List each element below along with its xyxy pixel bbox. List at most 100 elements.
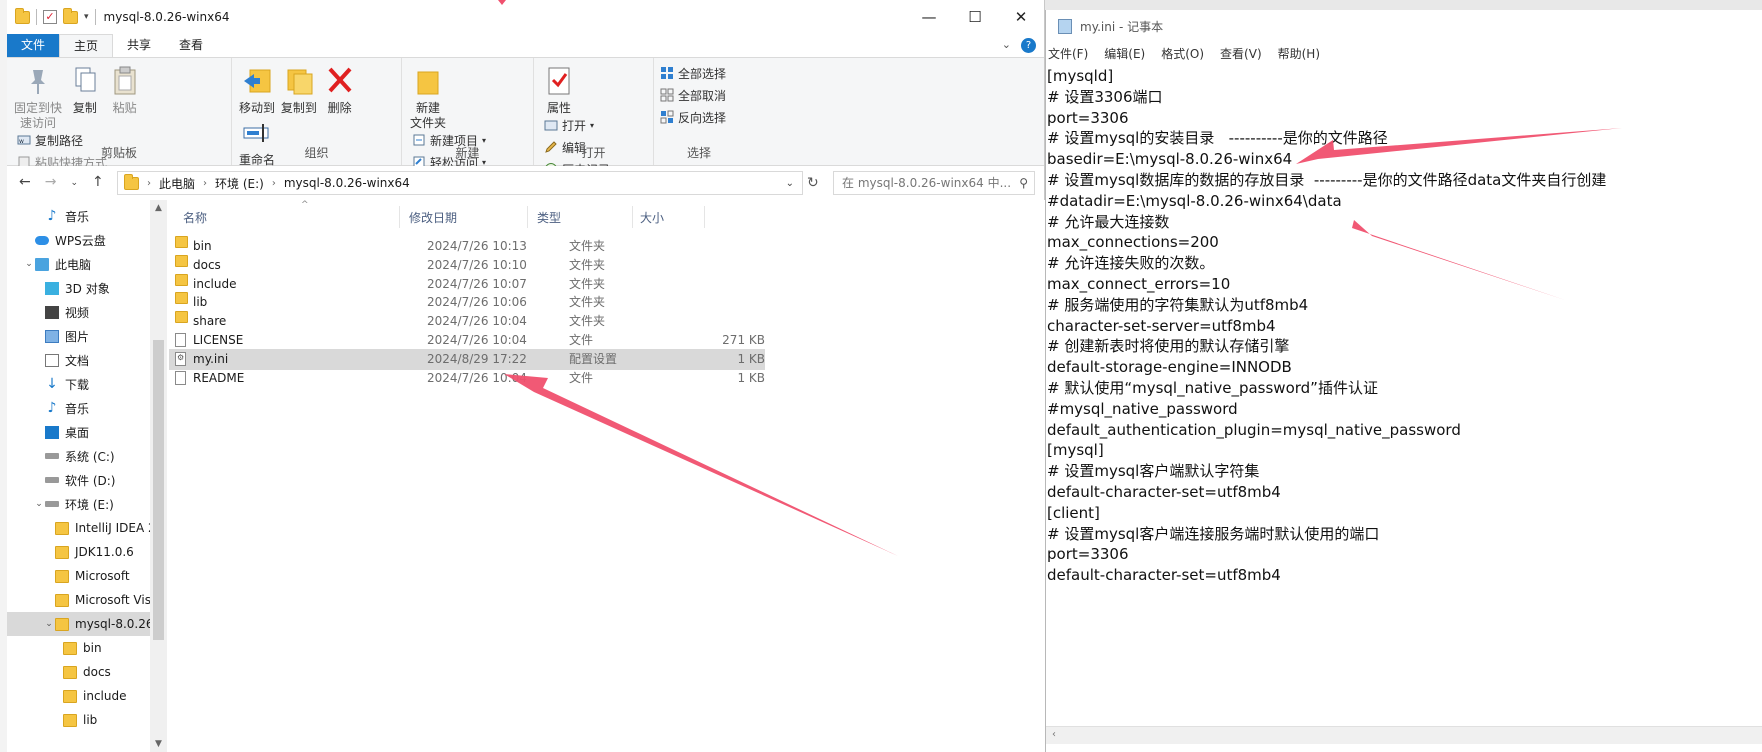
sidebar-item[interactable]: docs	[7, 660, 159, 684]
expand-chevron-icon[interactable]: ⌄	[33, 499, 45, 509]
text-line: # 设置mysql客户端连接服务端时默认使用的端口	[1047, 524, 1380, 543]
search-input[interactable]: 在 mysql-8.0.26-winx64 中... ⚲	[833, 171, 1035, 195]
paste-button[interactable]: 粘贴	[107, 64, 143, 116]
sidebar-item[interactable]: 视频	[7, 300, 159, 324]
forward-arrow-icon[interactable]: →	[45, 174, 57, 192]
help-icon[interactable]: ?	[1021, 38, 1036, 53]
close-button[interactable]: ✕	[998, 0, 1044, 34]
menu-file[interactable]: 文件(F)	[1046, 45, 1090, 62]
text-line: # 服务端使用的字符集默认为utf8mb4	[1047, 295, 1309, 314]
copy-button[interactable]: 复制	[67, 64, 103, 116]
sidebar-item[interactable]: ♪ 音乐	[7, 204, 159, 228]
expand-chevron-icon[interactable]: ⌄	[23, 259, 35, 269]
open-button[interactable]: 打开 ▾	[544, 116, 610, 134]
tab-share[interactable]: 共享	[113, 34, 165, 57]
sidebar-item[interactable]: ⌄ mysql-8.0.26-	[7, 612, 159, 636]
sidebar-item[interactable]: Microsoft Vis	[7, 588, 159, 612]
back-arrow-icon[interactable]: ←	[19, 174, 31, 192]
sidebar-item[interactable]: ♪ 音乐	[7, 396, 159, 420]
expand-chevron-icon[interactable]: ⌄	[43, 619, 55, 629]
new-folder-icon	[413, 64, 443, 98]
sidebar-item[interactable]: Microsoft	[7, 564, 159, 588]
select-all-button[interactable]: 全部选择	[660, 64, 726, 82]
column-header-size[interactable]: 大小	[634, 206, 704, 230]
copy-to-button[interactable]: 复制到	[280, 64, 318, 116]
sidebar-item[interactable]: 系统 (C:)	[7, 444, 159, 468]
invert-selection-button[interactable]: 反向选择	[660, 108, 726, 126]
pin-quick-access-button[interactable]: 固定到快 速访问	[13, 64, 63, 131]
column-header-name[interactable]: 名称	[177, 206, 399, 230]
column-divider[interactable]	[399, 206, 400, 228]
sidebar-item[interactable]: 3D 对象	[7, 276, 159, 300]
file-list-pane: ^ 名称 修改日期 类型 大小 bin 2024/7/26 10:13 文件夹 doc…	[169, 200, 1045, 752]
sidebar-item[interactable]: WPS云盘	[7, 228, 159, 252]
menu-help[interactable]: 帮助(H)	[1276, 45, 1322, 62]
file-row[interactable]: README 2024/7/26 10:04 文件 1 KB	[169, 368, 765, 389]
minimize-button[interactable]: —	[906, 0, 952, 34]
address-bar[interactable]: › 此电脑 › 环境 (E:) › mysql-8.0.26-winx64 ⌄	[117, 171, 803, 195]
refresh-icon[interactable]: ↻	[807, 175, 819, 191]
properties-check-icon[interactable]: ✓	[43, 10, 57, 24]
column-divider[interactable]	[527, 206, 528, 228]
sidebar-item[interactable]: lib	[7, 708, 159, 732]
sidebar-item[interactable]: 文档	[7, 348, 159, 372]
maximize-button[interactable]: ☐	[952, 0, 998, 34]
sidebar-item[interactable]: include	[7, 684, 159, 708]
scroll-up-icon[interactable]: ▲	[150, 203, 167, 213]
sidebar-item[interactable]: bin	[7, 636, 159, 660]
folder-icon[interactable]	[15, 7, 30, 24]
menu-edit[interactable]: 编辑(E)	[1102, 45, 1147, 62]
sidebar-item-label: 环境 (E:)	[65, 497, 114, 512]
chevron-right-icon[interactable]: ›	[147, 178, 151, 189]
notepad-text-area[interactable]: [mysqld] # 设置3306端口 port=3306 # 设置mysql的安装目…	[1047, 66, 1747, 722]
scrollbar-thumb[interactable]	[153, 340, 164, 640]
folder-icon	[55, 545, 69, 559]
folder-icon	[55, 569, 69, 583]
chevron-down-icon[interactable]: ⌄	[786, 178, 794, 189]
delete-button[interactable]: 删除	[322, 64, 358, 116]
tab-file[interactable]: 文件	[7, 34, 60, 57]
horizontal-scrollbar[interactable]: ‹	[1046, 726, 1762, 744]
properties-button[interactable]: 属性	[540, 64, 578, 116]
recent-locations-icon[interactable]: ⌄	[70, 174, 78, 192]
navigation-scrollbar[interactable]: ▲ ▼	[150, 200, 167, 752]
sidebar-item[interactable]: 桌面	[7, 420, 159, 444]
up-arrow-icon[interactable]: ↑	[92, 174, 104, 192]
tab-home[interactable]: 主页	[59, 34, 114, 57]
new-folder-button[interactable]: 新建 文件夹	[408, 64, 448, 131]
tab-view[interactable]: 查看	[165, 34, 217, 57]
sidebar-item[interactable]: 软件 (D:)	[7, 468, 159, 492]
column-divider[interactable]	[704, 206, 705, 228]
breadcrumb-this-pc[interactable]: 此电脑	[159, 175, 195, 192]
breadcrumb-drive-e[interactable]: 环境 (E:)	[215, 175, 264, 192]
sidebar-item[interactable]: JDK11.0.6	[7, 540, 159, 564]
chevron-right-icon[interactable]: ›	[272, 178, 276, 189]
column-divider[interactable]	[632, 206, 633, 228]
file-size: 1 KB	[737, 370, 765, 385]
sidebar-item[interactable]: ⌄ 环境 (E:)	[7, 492, 159, 516]
navigation-tree: ♪ 音乐 WPS云盘 ⌄ 此电脑 3D 对象 视频 图片 文档 ↓ 下载 ♪ 音乐 桌面 系统 (C:) 软件…	[7, 200, 159, 732]
sidebar-item[interactable]: IntelliJ IDEA 2	[7, 516, 159, 540]
sidebar-item[interactable]: 图片	[7, 324, 159, 348]
sidebar-item[interactable]: ⌄ 此电脑	[7, 252, 159, 276]
breadcrumb-mysql-folder[interactable]: mysql-8.0.26-winx64	[284, 176, 410, 190]
sidebar-item[interactable]: ↓ 下载	[7, 372, 159, 396]
chevron-right-icon[interactable]: ›	[203, 178, 207, 189]
scroll-down-icon[interactable]: ▼	[150, 739, 167, 749]
column-header-type[interactable]: 类型	[531, 206, 631, 230]
search-icon[interactable]: ⚲	[1019, 172, 1028, 194]
select-none-button[interactable]: 全部取消	[660, 86, 726, 104]
menu-format[interactable]: 格式(O)	[1159, 45, 1206, 62]
column-header-date[interactable]: 修改日期	[403, 206, 527, 230]
move-to-button[interactable]: 移动到	[238, 64, 276, 116]
sidebar-item-label: mysql-8.0.26-	[75, 617, 158, 631]
scroll-left-icon[interactable]: ‹	[1052, 729, 1056, 740]
new-folder-icon[interactable]	[63, 7, 78, 24]
text-line: [mysql]	[1047, 441, 1104, 460]
text-line: max_connections=200	[1047, 233, 1219, 252]
sidebar-item-label: docs	[83, 665, 111, 679]
menu-view[interactable]: 查看(V)	[1218, 45, 1264, 62]
customize-toolbar-icon[interactable]: ▾	[84, 12, 89, 22]
text-line: # 设置mysql数据库的数据的存放目录 ---------是你的文件路径dat…	[1047, 170, 1607, 189]
collapse-ribbon-icon[interactable]: ⌄	[1002, 38, 1011, 53]
